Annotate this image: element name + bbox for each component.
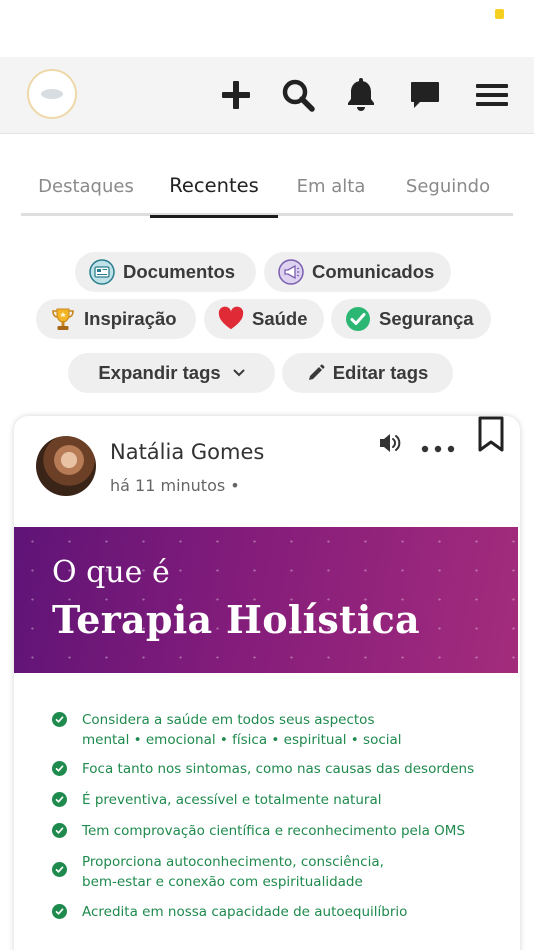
status-indicator: [495, 9, 504, 19]
feed-tabs: Destaques Recentes Em alta Seguindo: [21, 156, 513, 218]
expand-tags-button[interactable]: Expandir tags: [68, 353, 275, 393]
banner-title-line2: Terapia Holística: [52, 597, 420, 642]
pencil-icon: [307, 364, 325, 382]
check-circle-icon: [52, 792, 67, 807]
list-item: Foca tanto nos sintomas, como nas causas…: [52, 759, 512, 779]
newspaper-icon: [89, 259, 115, 285]
list-item: Acredita em nossa capacidade de autoequi…: [52, 902, 512, 922]
check-icon: [345, 306, 371, 332]
author-name[interactable]: Natália Gomes: [110, 440, 264, 464]
list-item-text: Foca tanto nos sintomas, como nas causas…: [82, 761, 475, 777]
list-item-text: É preventiva, acessível e totalmente nat…: [82, 792, 382, 808]
top-bar: [0, 57, 534, 134]
check-circle-icon: [52, 761, 67, 776]
add-icon[interactable]: [218, 77, 254, 113]
tag-seguranca[interactable]: Segurança: [331, 299, 491, 339]
search-icon[interactable]: [280, 77, 316, 113]
check-circle-icon: [52, 904, 67, 919]
list-item: Tem comprovação científica e reconhecime…: [52, 821, 512, 841]
company-logo[interactable]: [27, 69, 77, 119]
logo-mark: [41, 89, 63, 99]
list-item-text: Acredita em nossa capacidade de autoequi…: [82, 904, 408, 920]
post-time: há 11 minutos •: [110, 476, 240, 495]
speaker-icon[interactable]: [376, 428, 406, 458]
tab-em-alta[interactable]: Em alta: [276, 156, 386, 216]
chat-icon[interactable]: [407, 77, 443, 113]
tag-label: Documentos: [123, 261, 236, 282]
bookmark-icon[interactable]: [474, 416, 508, 454]
tag-label: Comunicados: [312, 261, 435, 282]
tag-label: Segurança: [379, 308, 474, 329]
trophy-icon: [50, 306, 76, 332]
list-item: Considera a saúde em todos seus aspectos…: [52, 710, 512, 750]
list-item-text: Considera a saúde em todos seus aspectos…: [82, 712, 402, 748]
check-circle-icon: [52, 862, 67, 877]
tab-destaques[interactable]: Destaques: [21, 156, 151, 216]
post-image-banner: O que é Terapia Holística: [14, 527, 518, 673]
tab-recentes[interactable]: Recentes: [150, 156, 278, 218]
more-options-icon[interactable]: [418, 434, 458, 464]
author-avatar[interactable]: [36, 436, 96, 496]
list-item: Proporciona autoconhecimento, consciênci…: [52, 852, 512, 892]
check-circle-icon: [52, 712, 67, 727]
list-item: É preventiva, acessível e totalmente nat…: [52, 790, 512, 810]
post-card: Natália Gomes há 11 minutos • O que é Te…: [14, 416, 520, 950]
tag-label: Inspiração: [84, 308, 177, 329]
tag-label: Saúde: [252, 308, 308, 329]
heart-icon: [218, 306, 244, 332]
tab-seguindo[interactable]: Seguindo: [391, 156, 505, 216]
list-item-text: Proporciona autoconhecimento, consciênci…: [82, 854, 384, 890]
tag-comunicados[interactable]: Comunicados: [264, 252, 451, 292]
list-item-text: Tem comprovação científica e reconhecime…: [82, 823, 466, 839]
edit-tags-label: Editar tags: [332, 362, 429, 383]
tag-documentos[interactable]: Documentos: [75, 252, 256, 292]
edit-tags-button[interactable]: Editar tags: [282, 353, 453, 393]
tag-saude[interactable]: Saúde: [204, 299, 324, 339]
chevron-down-icon: [233, 369, 245, 377]
expand-tags-label: Expandir tags: [98, 362, 221, 383]
bell-icon[interactable]: [343, 77, 379, 113]
check-circle-icon: [52, 823, 67, 838]
megaphone-icon: [278, 259, 304, 285]
banner-title-line1: O que é: [52, 555, 170, 590]
tag-inspiracao[interactable]: Inspiração: [36, 299, 196, 339]
menu-icon[interactable]: [474, 77, 510, 113]
